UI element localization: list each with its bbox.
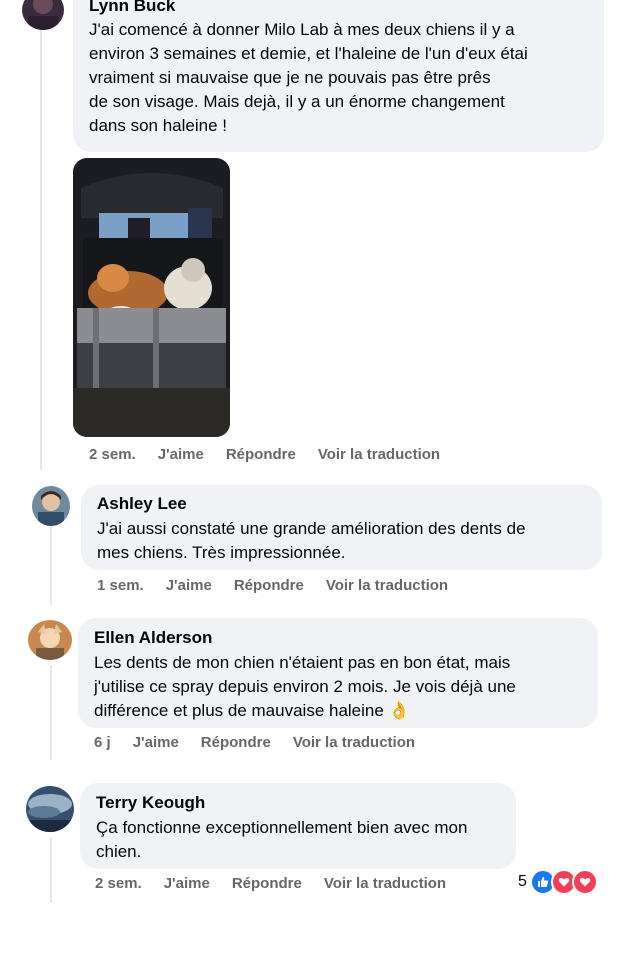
comment-bubble: Ashley Lee J'ai aussi constaté une grand… (81, 485, 602, 570)
thread-line (50, 838, 52, 903)
comment-photo[interactable] (73, 158, 230, 437)
comment-text: j'utilise ce spray depuis environ 2 mois… (94, 677, 516, 696)
translate-button[interactable]: Voir la traduction (326, 577, 448, 594)
comment-actions: 2 sem. J'aime Répondre Voir la traductio… (89, 446, 440, 463)
comment-actions: 1 sem. J'aime Répondre Voir la traductio… (97, 577, 448, 594)
reply-button[interactable]: Répondre (232, 875, 302, 892)
avatar[interactable] (32, 486, 70, 526)
comment-author[interactable]: Terry Keough (96, 793, 500, 813)
like-button[interactable]: J'aime (164, 875, 210, 892)
translate-button[interactable]: Voir la traduction (318, 446, 440, 463)
comment-text: Les dents de mon chien n'étaient pas en … (94, 653, 511, 672)
like-button[interactable]: J'aime (166, 577, 212, 594)
comment-bubble: Terry Keough Ça fonctionne exceptionnell… (80, 783, 516, 869)
avatar[interactable] (26, 786, 74, 832)
comment-bubble: Lynn Buck J'ai comencé à donner Milo Lab… (73, 0, 604, 152)
reaction-count: 5 (518, 873, 527, 890)
comment-text: J'ai aussi constaté une grande améliorat… (97, 519, 526, 538)
comment-actions: 2 sem. J'aime Répondre Voir la traductio… (95, 875, 446, 892)
translate-button[interactable]: Voir la traduction (324, 875, 446, 892)
like-button[interactable]: J'aime (158, 446, 204, 463)
comment-text: dans son haleine ! (89, 116, 227, 135)
comment-bubble: Ellen Alderson Les dents de mon chien n'… (78, 618, 598, 728)
thread-line (50, 525, 52, 605)
comment-text: vraiment si mauvaise que je ne pouvais p… (89, 68, 491, 87)
reply-button[interactable]: Répondre (234, 577, 304, 594)
translate-button[interactable]: Voir la traduction (293, 734, 415, 751)
reaction-summary[interactable]: 5 (518, 869, 598, 895)
comment-timestamp[interactable]: 2 sem. (89, 446, 136, 463)
reply-button[interactable]: Répondre (201, 734, 271, 751)
comment-text: J'ai comencé à donner Milo Lab à mes deu… (89, 20, 515, 39)
comment-text: mes chiens. Très impressionnée. (97, 543, 346, 562)
comment-timestamp[interactable]: 6 j (94, 734, 111, 751)
like-button[interactable]: J'aime (133, 734, 179, 751)
comment-text: environ 3 semaines et demie, et l'halein… (89, 44, 528, 63)
thread-line (40, 30, 42, 470)
comment-text: chien. (96, 842, 142, 861)
comment-actions: 6 j J'aime Répondre Voir la traduction (94, 734, 415, 751)
comment-author[interactable]: Lynn Buck (89, 0, 588, 16)
comment-text: Ça fonctionne exceptionnellement bien av… (96, 818, 468, 837)
comment-text: de son visage. Mais dejà, il y a un énor… (89, 92, 505, 111)
comment-author[interactable]: Ellen Alderson (94, 628, 582, 648)
comment-timestamp[interactable]: 2 sem. (95, 875, 142, 892)
comment-timestamp[interactable]: 1 sem. (97, 577, 144, 594)
thread-line (50, 665, 52, 760)
care-reaction-icon (571, 869, 598, 895)
comment-author[interactable]: Ashley Lee (97, 494, 586, 514)
avatar[interactable] (22, 0, 64, 30)
comment-text: différence et plus de mauvaise haleine 👌 (94, 701, 410, 720)
avatar[interactable] (28, 620, 72, 660)
reply-button[interactable]: Répondre (226, 446, 296, 463)
